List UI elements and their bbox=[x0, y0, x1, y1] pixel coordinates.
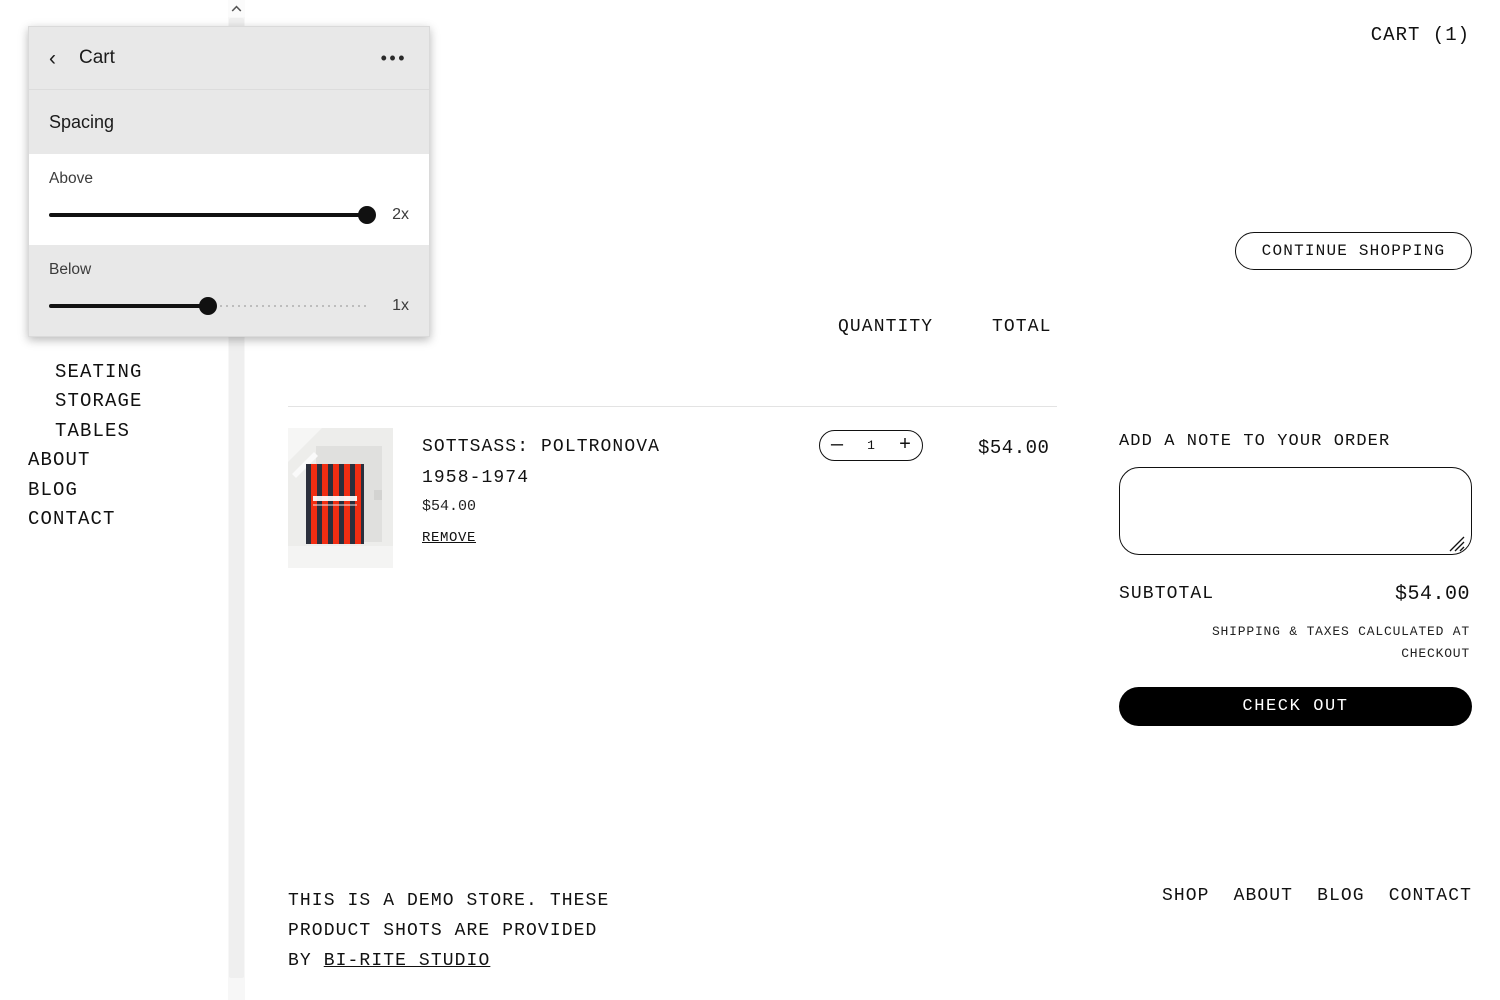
footer-nav-shop[interactable]: SHOP bbox=[1162, 886, 1210, 906]
product-title[interactable]: SOTTSASS: POLTRONOVA 1958-1974 bbox=[422, 432, 660, 494]
nav-item-about[interactable]: ABOUT bbox=[28, 446, 143, 475]
order-note-label: ADD A NOTE TO YOUR ORDER bbox=[1119, 432, 1391, 451]
subtotal-label: SUBTOTAL bbox=[1119, 584, 1215, 604]
nav-item-tables[interactable]: TABLES bbox=[28, 417, 143, 446]
footer-nav: SHOP ABOUT BLOG CONTACT bbox=[1162, 886, 1472, 906]
product-title-line-1: SOTTSASS: POLTRONOVA bbox=[422, 437, 661, 457]
nav-item-storage[interactable]: STORAGE bbox=[28, 387, 143, 416]
footer-disclaimer-line-1: THIS IS A DEMO STORE. THESE bbox=[288, 891, 610, 911]
footer-by-prefix: BY bbox=[288, 951, 324, 971]
nav-item-seating[interactable]: SEATING bbox=[28, 358, 143, 387]
product-unit-price: $54.00 bbox=[422, 498, 477, 515]
theme-editor-title: Cart bbox=[79, 47, 115, 68]
spacing-below-row: Below 1x bbox=[29, 245, 429, 336]
footer-disclaimer-line-3: BY BI-RITE STUDIO bbox=[288, 946, 609, 976]
column-header-quantity: QUANTITY bbox=[838, 317, 934, 337]
spacing-above-row: Above 2x bbox=[29, 154, 429, 245]
footer-nav-blog[interactable]: BLOG bbox=[1317, 886, 1365, 906]
column-header-total: TOTAL bbox=[992, 317, 1052, 337]
more-options-icon[interactable]: ••• bbox=[381, 49, 407, 67]
quantity-input[interactable] bbox=[856, 438, 886, 453]
product-image bbox=[288, 428, 393, 568]
theme-editor-header: ‹ Cart ••• bbox=[29, 27, 429, 90]
spacing-below-slider-thumb[interactable] bbox=[199, 297, 217, 315]
cart-table-divider bbox=[288, 406, 1057, 407]
footer-disclaimer: THIS IS A DEMO STORE. THESE PRODUCT SHOT… bbox=[288, 886, 609, 976]
footer-disclaimer-line-2: PRODUCT SHOTS ARE PROVIDED bbox=[288, 921, 598, 941]
footer-nav-about[interactable]: ABOUT bbox=[1234, 886, 1294, 906]
quantity-increase-button[interactable]: + bbox=[899, 435, 911, 456]
cart-count-label: CART (1) bbox=[1370, 24, 1470, 46]
spacing-above-slider-thumb[interactable] bbox=[358, 206, 376, 224]
spacing-above-control: 2x bbox=[49, 205, 409, 225]
page-root: CART (1) CONTINUE SHOPPING SEATING STORA… bbox=[0, 0, 1500, 1000]
spacing-below-control: 1x bbox=[49, 296, 409, 316]
chevron-up-icon bbox=[231, 4, 242, 12]
spacing-section-title: Spacing bbox=[49, 111, 115, 132]
product-thumbnail[interactable] bbox=[288, 428, 393, 568]
order-note-input[interactable] bbox=[1119, 467, 1472, 555]
continue-shopping-button[interactable]: CONTINUE SHOPPING bbox=[1235, 232, 1472, 270]
spacing-above-label: Above bbox=[49, 170, 93, 187]
check-out-button[interactable]: CHECK OUT bbox=[1119, 687, 1472, 726]
nav-item-blog[interactable]: BLOG bbox=[28, 476, 143, 505]
main-nav: SEATING STORAGE TABLES ABOUT BLOG CONTAC… bbox=[28, 358, 143, 534]
remove-item-link[interactable]: REMOVE bbox=[422, 530, 476, 546]
scroll-up-arrow-icon[interactable] bbox=[228, 0, 245, 17]
product-title-line-2: 1958-1974 bbox=[422, 468, 530, 488]
nav-item-contact[interactable]: CONTACT bbox=[28, 505, 143, 534]
subtotal-value: $54.00 bbox=[1394, 583, 1470, 606]
spacing-section-header: Spacing bbox=[29, 90, 429, 154]
quantity-decrease-button[interactable]: — bbox=[831, 435, 843, 456]
spacing-below-label: Below bbox=[49, 261, 92, 278]
back-chevron-icon[interactable]: ‹ bbox=[49, 48, 71, 69]
tax-shipping-note: SHIPPING & TAXES CALCULATED AT CHECKOUT bbox=[1211, 624, 1470, 661]
line-item-total: $54.00 bbox=[978, 437, 1050, 459]
footer-nav-contact[interactable]: CONTACT bbox=[1389, 886, 1472, 906]
spacing-below-slider[interactable] bbox=[49, 296, 367, 316]
theme-editor-panel: ‹ Cart ••• Spacing Above 2x Below 1x bbox=[28, 26, 430, 337]
spacing-above-slider[interactable] bbox=[49, 205, 376, 225]
spacing-below-value: 1x bbox=[392, 297, 409, 314]
quantity-stepper[interactable]: — + bbox=[819, 430, 923, 461]
bi-rite-studio-link[interactable]: BI-RITE STUDIO bbox=[324, 951, 491, 971]
